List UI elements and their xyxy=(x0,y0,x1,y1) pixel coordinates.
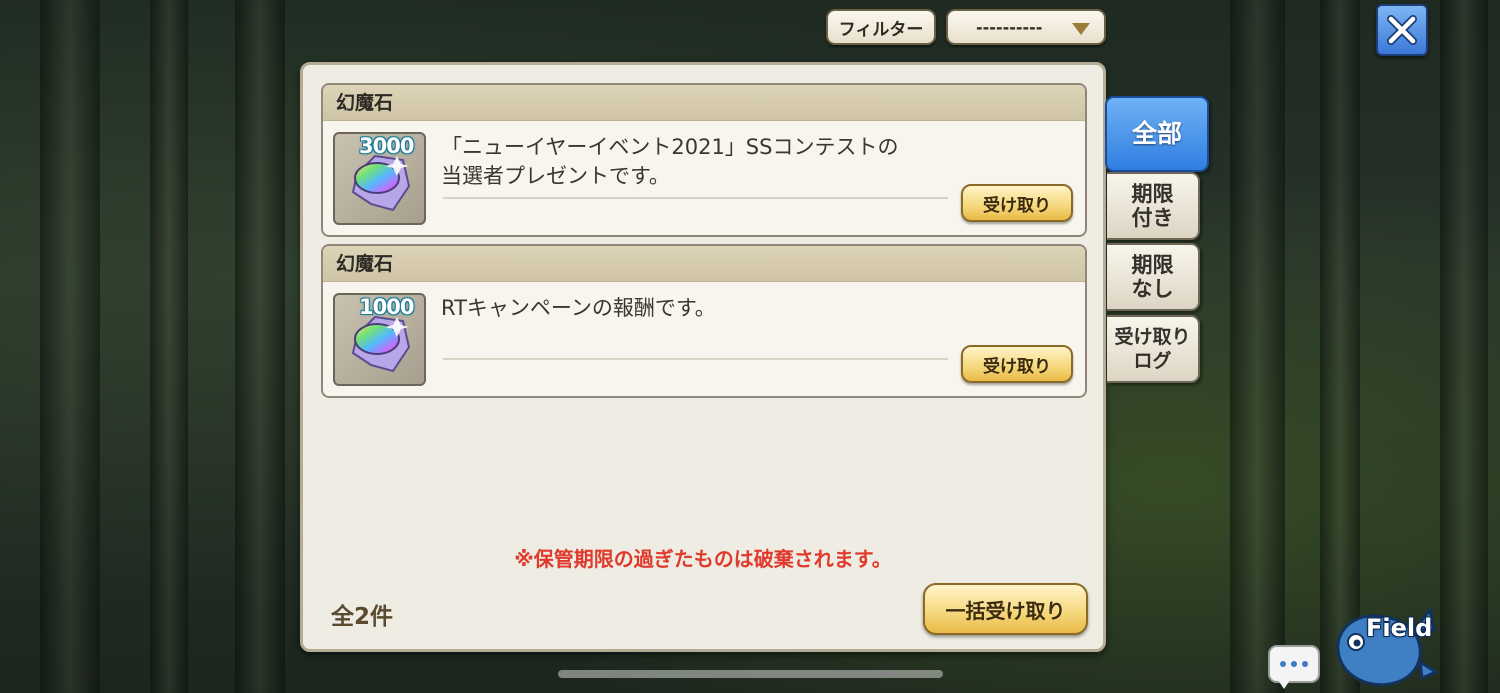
item-quantity: 3000 xyxy=(359,134,414,158)
chat-dot-icon xyxy=(1280,661,1286,667)
background-tree xyxy=(40,0,100,693)
bulk-receive-button[interactable]: 一括受け取り xyxy=(923,583,1088,635)
chat-dot-icon xyxy=(1302,661,1308,667)
present-item: 幻魔石 1000 RTキャンペーンの報酬です。 受け取り xyxy=(321,244,1087,398)
background-tree xyxy=(150,0,188,693)
filter-button[interactable]: フィルター xyxy=(826,9,936,45)
tab-with-expiry[interactable]: 期限 付き xyxy=(1107,172,1200,240)
item-description: 「ニューイヤーイベント2021」SSコンテストの 当選者プレゼントです。 xyxy=(441,135,899,188)
filter-select[interactable]: ---------- xyxy=(946,9,1106,45)
field-label: Field xyxy=(1366,614,1433,642)
item-description: RTキャンペーンの報酬です。 xyxy=(441,296,716,320)
field-button[interactable]: Field xyxy=(1330,600,1440,693)
background-tree xyxy=(1230,0,1285,693)
chat-button[interactable] xyxy=(1268,645,1320,683)
receive-button[interactable]: 受け取り xyxy=(961,345,1073,383)
present-item: 幻魔石 3000 「ニューイヤーイベント2021」SSコンテストの 当選者プレゼ… xyxy=(321,83,1087,237)
chevron-down-icon xyxy=(1072,23,1090,35)
item-category: 幻魔石 xyxy=(323,246,1085,282)
divider xyxy=(443,197,948,199)
receive-button[interactable]: 受け取り xyxy=(961,184,1073,222)
expiry-notice: ※保管期限の過ぎたものは破棄されます。 xyxy=(514,547,892,571)
tab-all[interactable]: 全部 xyxy=(1105,96,1209,172)
item-icon-frame: 1000 xyxy=(333,293,426,386)
background-tree xyxy=(235,0,285,693)
item-count: 全2件 xyxy=(331,604,394,630)
background-tree xyxy=(1320,0,1360,693)
item-icon-frame: 3000 xyxy=(333,132,426,225)
chat-bubble-tail xyxy=(1278,680,1290,689)
item-category: 幻魔石 xyxy=(323,85,1085,121)
divider xyxy=(443,358,948,360)
tab-receive-log[interactable]: 受け取り ログ xyxy=(1107,315,1200,383)
filter-select-value: ---------- xyxy=(976,17,1043,37)
close-icon xyxy=(1387,15,1417,45)
background-tree xyxy=(1440,0,1488,693)
home-indicator xyxy=(558,670,943,678)
tab-no-expiry[interactable]: 期限 なし xyxy=(1107,243,1200,311)
close-button[interactable] xyxy=(1376,4,1428,56)
item-quantity: 1000 xyxy=(359,295,414,319)
chat-dot-icon xyxy=(1291,661,1297,667)
present-box-panel: 幻魔石 3000 「ニューイヤーイベント2021」SSコンテストの 当選者プレゼ… xyxy=(300,62,1106,652)
